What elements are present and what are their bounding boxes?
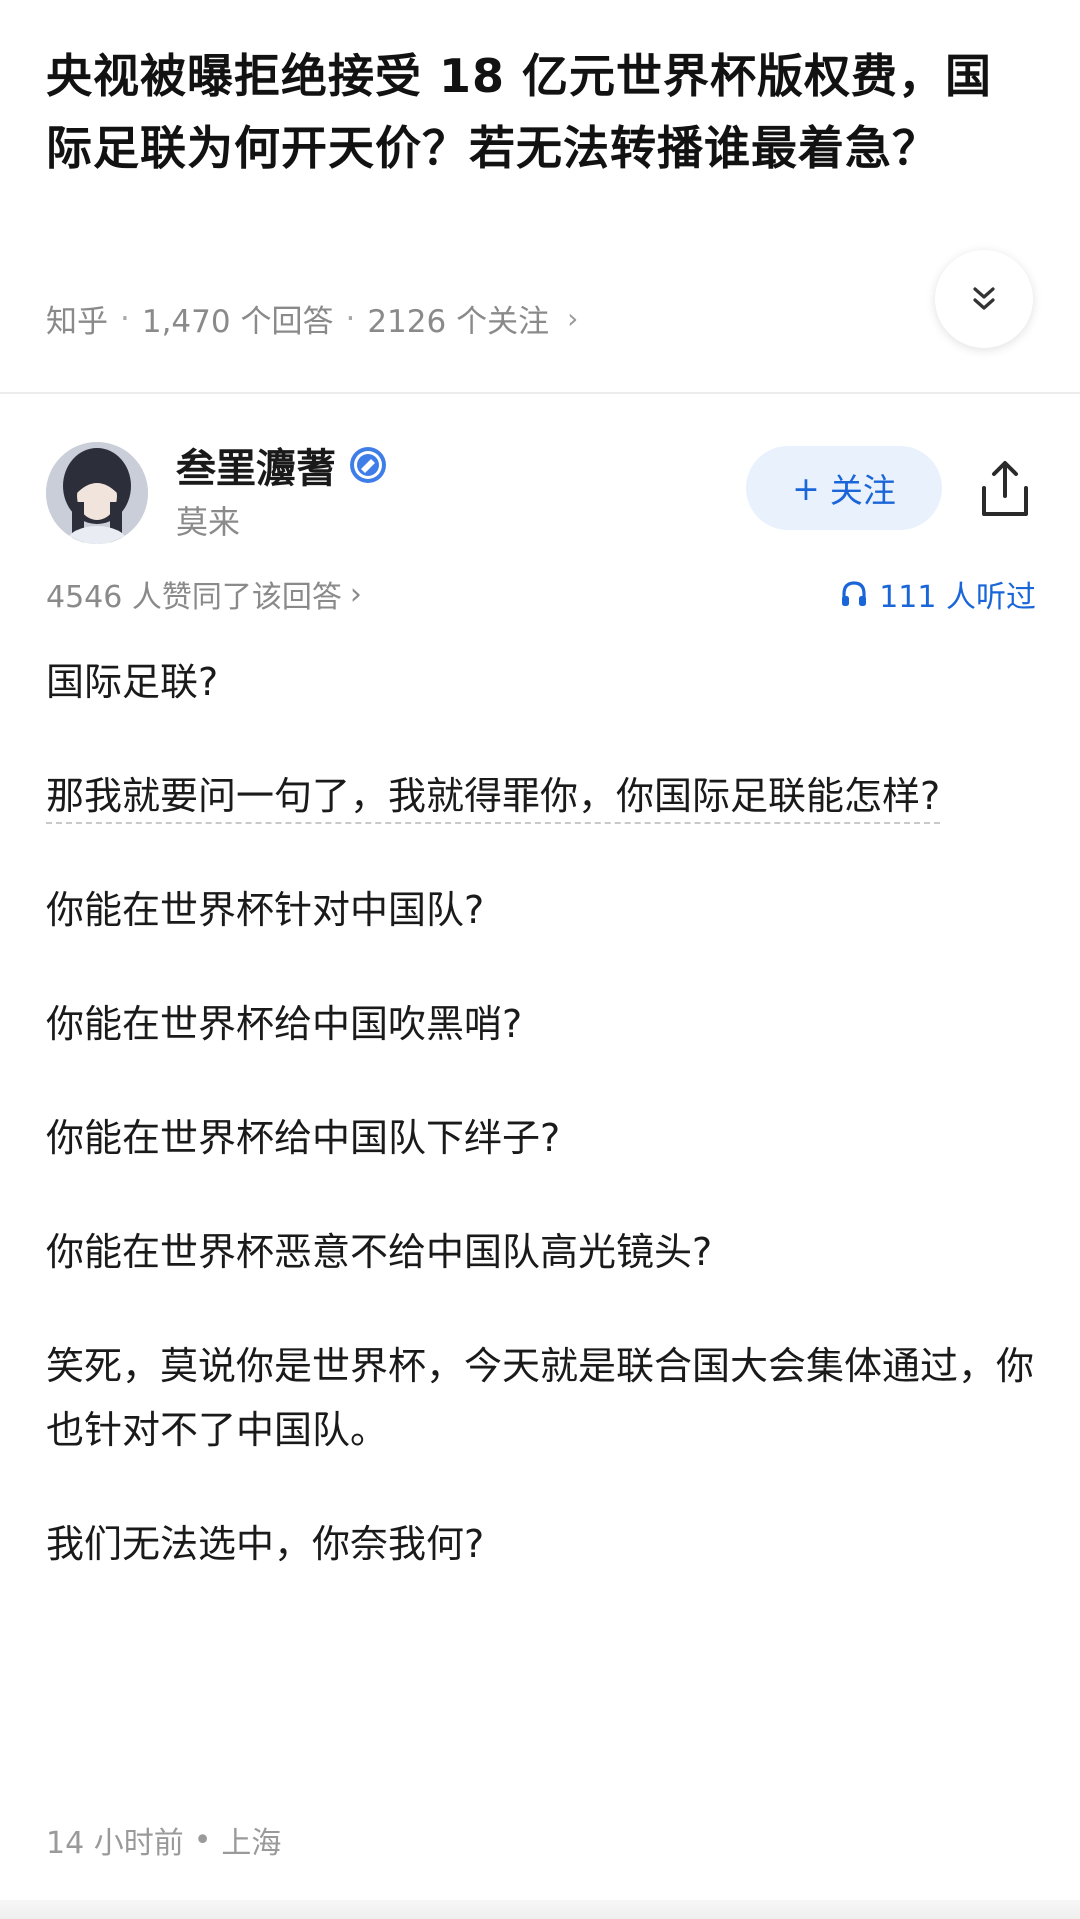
answer-paragraph: 笑死，莫说你是世界杯，今天就是联合国大会集体通过，你也针对不了中国队。 — [46, 1344, 1035, 1452]
chevron-right-icon: › — [349, 576, 362, 612]
author-name-row[interactable]: 叁罣灋蓍 — [176, 436, 388, 494]
answer-paragraph: 你能在世界杯给中国队下绊子? — [46, 1116, 561, 1160]
double-chevron-down-icon — [973, 287, 995, 310]
answer-paragraph: 你能在世界杯针对中国队? — [46, 888, 485, 932]
answer-paragraph: 我们无法选中，你奈我何? — [46, 1522, 485, 1566]
highlighted-text[interactable]: 那我就要问一句了，我就得罪你，你国际足联能怎样? — [46, 774, 941, 824]
collapse-button[interactable] — [935, 250, 1033, 348]
answer-footer: 14 小时前 • 上海 — [46, 1818, 281, 1862]
meta-separator: · — [120, 300, 130, 337]
plus-icon: + — [792, 468, 820, 508]
author-subtitle: 莫来 — [176, 503, 241, 541]
bottom-strip — [0, 1900, 1080, 1919]
source-label: 知乎 — [46, 304, 108, 340]
question-title[interactable]: 央视被曝拒绝接受 18 亿元世界杯版权费，国际足联为何开天价？若无法转播谁最着急… — [46, 40, 1006, 184]
post-location: 上海 — [221, 1826, 282, 1861]
question-meta[interactable]: 知乎 · 1,470 个回答 · 2126 个关注 › — [46, 296, 578, 341]
answers-count: 1,470 个回答 — [141, 304, 334, 340]
answer-paragraph: 你能在世界杯给中国吹黑哨? — [46, 1002, 523, 1046]
follows-count: 2126 个关注 — [367, 304, 550, 340]
share-icon — [982, 461, 1028, 516]
likes-info[interactable]: 4546 人赞同了该回答 › — [46, 572, 362, 616]
share-button[interactable] — [976, 458, 1034, 520]
author-name[interactable]: 叁罣灋蓍 — [176, 436, 336, 494]
stats-row: 4546 人赞同了该回答 › 111 人听过 — [46, 572, 1036, 620]
avatar[interactable] — [46, 442, 148, 544]
post-time: 14 小时前 — [46, 1826, 184, 1861]
listened-count: 111 人听过 — [879, 580, 1036, 615]
headphones-icon — [842, 581, 867, 606]
answer-body: 国际足联? 那我就要问一句了，我就得罪你，你国际足联能怎样? 你能在世界杯针对中… — [46, 650, 1036, 1626]
verified-badge-icon — [350, 447, 386, 483]
footer-separator: • — [193, 1822, 212, 1858]
answer-paragraph: 你能在世界杯恶意不给中国队高光镜头? — [46, 1230, 713, 1274]
meta-separator: · — [345, 300, 356, 337]
section-divider — [0, 392, 1080, 394]
chevron-right-icon: › — [567, 302, 579, 335]
follow-button[interactable]: + 关注 — [746, 446, 942, 530]
answer-paragraph-highlighted[interactable]: 那我就要问一句了，我就得罪你，你国际足联能怎样? — [46, 764, 1036, 828]
likes-count: 4546 人赞同了该回答 — [46, 580, 342, 615]
listened-info[interactable]: 111 人听过 — [839, 572, 1036, 616]
question-header: 央视被曝拒绝接受 18 亿元世界杯版权费，国际足联为何开天价？若无法转播谁最着急… — [0, 0, 1080, 392]
follow-label: 关注 — [829, 471, 896, 510]
answer-paragraph: 国际足联? — [46, 660, 219, 704]
